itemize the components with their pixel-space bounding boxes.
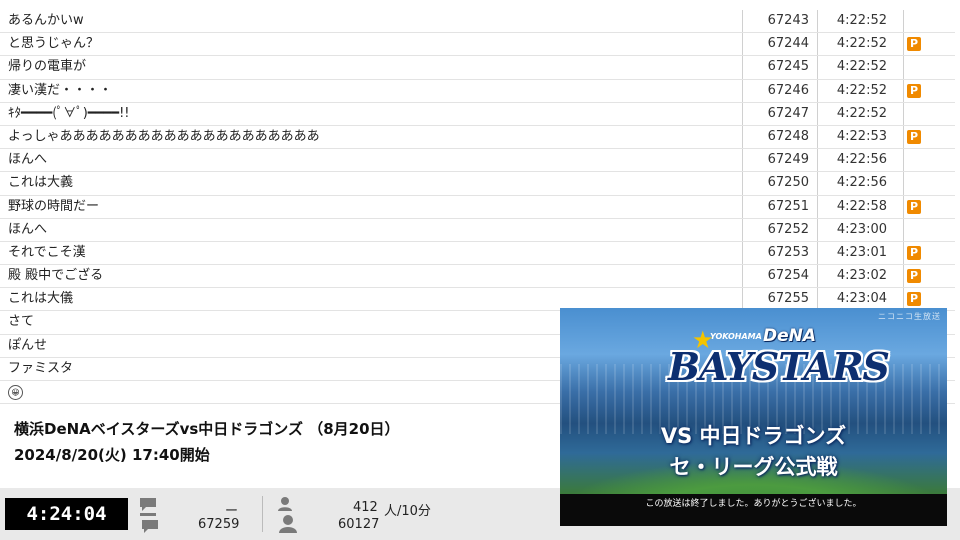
divider (262, 496, 263, 532)
comment-row[interactable]: 殿 殿中でござる 67254 4:23:02 P (0, 265, 955, 289)
comment-time: 4:22:56 (818, 149, 904, 172)
comment-time: 4:22:52 (818, 79, 904, 102)
premium-badge: P (907, 129, 921, 144)
league-text: セ・リーグ公式戦 (669, 455, 838, 479)
comment-row[interactable]: よっしゃああああああああああああああああああああ 67248 4:22:53 P (0, 125, 955, 150)
comment-row[interactable]: ほんへ 67252 4:23:00 (0, 218, 955, 242)
video-player[interactable]: ニコニコ生放送 ★ YOKOHAMA DeNA BAYSTARS VS 中日ドラ… (560, 308, 947, 526)
premium-cell: P (904, 242, 954, 264)
program-title: 横浜DeNAベイスターズvs中日ドラゴンズ （8月20日） (14, 420, 400, 438)
comment-text: 凄い漢だ・・・・ (0, 79, 743, 102)
comment-text: 帰りの電車が (0, 56, 743, 79)
comment-number: 67244 (743, 33, 818, 56)
elapsed-time: 4:24:04 (5, 498, 128, 530)
premium-cell: P (904, 196, 954, 218)
team-logo-dena: DeNA (763, 326, 817, 346)
comment-time: 4:22:52 (818, 10, 904, 33)
comment-number: 67243 (743, 10, 818, 33)
comment-text: あるんかいw (0, 10, 743, 33)
comment-row[interactable]: 帰りの電車が 67245 4:22:52 (0, 56, 955, 80)
comment-row[interactable]: ｷﾀ━━━━(ﾟ∀ﾟ)━━━━!! 67247 4:22:52 (0, 102, 955, 126)
comment-row[interactable]: これは大義 67250 4:22:56 (0, 172, 955, 196)
premium-cell: P (904, 265, 954, 287)
comment-text: ｷﾀ━━━━(ﾟ∀ﾟ)━━━━!! (0, 102, 743, 125)
program-datetime: 2024/8/20(火) 17:40開始 (14, 446, 210, 464)
comment-time: 4:22:56 (818, 172, 904, 195)
comment-row[interactable]: あるんかいw 67243 4:22:52 (0, 10, 955, 34)
comment-number: 67253 (743, 241, 818, 265)
team-logo-small: YOKOHAMA (710, 332, 762, 341)
matchup-text: VS 中日ドラゴンズ (660, 424, 847, 448)
premium-cell (904, 149, 954, 171)
premium-badge: P (907, 83, 921, 98)
comment-text: それでこそ漢 (0, 241, 743, 265)
comment-time: 4:22:58 (818, 195, 904, 218)
user-icon (276, 496, 298, 538)
comment-number: 67247 (743, 102, 818, 125)
comment-text: と思うじゃん？ (0, 33, 743, 56)
comment-time: 4:23:00 (818, 218, 904, 241)
comment-number: 67248 (743, 125, 818, 149)
premium-cell: P (904, 126, 954, 148)
premium-badge: P (907, 245, 921, 260)
comment-number: 67245 (743, 56, 818, 79)
comment-time: 4:22:52 (818, 56, 904, 79)
comment-number: 67251 (743, 195, 818, 218)
comment-text: ほんへ (0, 218, 743, 241)
comment-row[interactable]: 凄い漢だ・・・・ 67246 4:22:52 P (0, 79, 955, 103)
premium-cell (904, 219, 954, 241)
comment-number: 67254 (743, 265, 818, 288)
broadcast-ended-message: この放送は終了しました。ありがとうございました。 (645, 499, 862, 509)
comment-number: 67249 (743, 149, 818, 172)
comment-text: よっしゃああああああああああああああああああああ (0, 125, 743, 149)
viewers-unit: 人/10分 (384, 504, 431, 519)
comment-row[interactable]: と思うじゃん？ 67244 4:22:52 P (0, 33, 955, 57)
comment-time: 4:23:02 (818, 265, 904, 288)
premium-badge: P (907, 199, 921, 214)
premium-cell (904, 103, 954, 125)
comment-number: 67252 (743, 218, 818, 241)
comment-text: 野球の時間だー (0, 195, 743, 218)
comment-count: 67259 (198, 517, 240, 532)
comment-text: ほんへ (0, 149, 743, 172)
viewers-now: 412 (353, 500, 378, 515)
program-info: 横浜DeNAベイスターズvs中日ドラゴンズ （8月20日） 2024/8/20(… (14, 416, 400, 468)
team-logo-main: BAYSTARS (668, 344, 890, 389)
premium-cell: P (904, 33, 954, 55)
premium-badge: P (907, 292, 921, 307)
viewers-total: 60127 (338, 517, 380, 532)
premium-cell: P (904, 80, 954, 102)
comment-row[interactable]: それでこそ漢 67253 4:23:01 P (0, 241, 955, 266)
comment-number: 67246 (743, 79, 818, 102)
premium-cell (904, 172, 954, 194)
comment-icon (138, 496, 160, 538)
premium-badge: P (907, 37, 921, 52)
comment-time: 4:22:52 (818, 33, 904, 56)
comment-text: これは大義 (0, 172, 743, 195)
emoji-icon: 😀 (8, 385, 23, 400)
premium-badge: P (907, 269, 921, 284)
comment-row[interactable]: 野球の時間だー 67251 4:22:58 P (0, 195, 955, 219)
comment-row[interactable]: ほんへ 67249 4:22:56 (0, 149, 955, 173)
premium-cell (904, 10, 954, 32)
comment-time: 4:22:53 (818, 125, 904, 149)
comment-text: 殿 殿中でござる (0, 265, 743, 288)
comment-time: 4:22:52 (818, 102, 904, 125)
player-watermark: ニコニコ生放送 (878, 312, 941, 321)
comment-time: 4:23:01 (818, 241, 904, 265)
premium-cell (904, 56, 954, 78)
comment-number: 67250 (743, 172, 818, 195)
